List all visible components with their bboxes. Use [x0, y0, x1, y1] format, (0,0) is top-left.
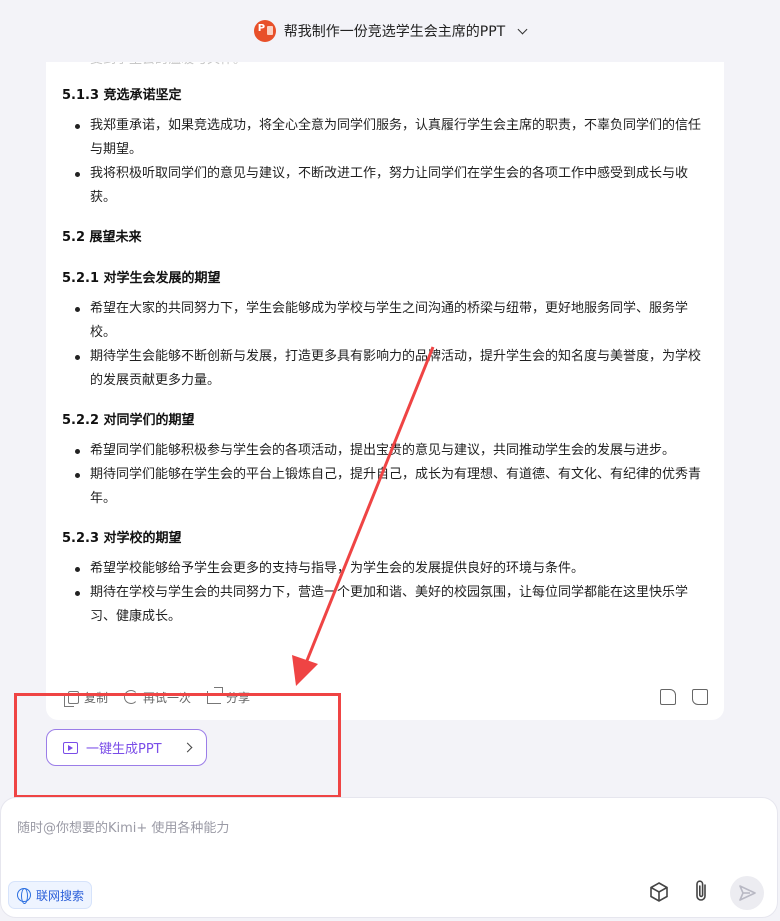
- list-item: 我郑重承诺，如果竞选成功，将全心全意为同学们服务，认真履行学生会主席的职责，不辜…: [62, 114, 712, 162]
- section-heading: 5.1.3 竞选承诺坚定: [62, 88, 182, 103]
- paperclip-icon[interactable]: [694, 880, 710, 902]
- bullet-list: 希望学校能够给予学生会更多的支持与指导，为学生会的发展提供良好的环境与条件。 期…: [62, 557, 712, 629]
- send-icon: [739, 885, 756, 901]
- globe-icon: [17, 888, 31, 904]
- feedback-group: [660, 689, 708, 705]
- list-item: 我将积极听取同学们的意见与建议，不断改进工作，努力让同学们在学生会的各项工作中感…: [62, 162, 712, 210]
- web-search-label: 联网搜索: [36, 888, 85, 903]
- conversation-title-dropdown[interactable]: 帮我制作一份竞选学生会主席的PPT: [253, 20, 528, 42]
- section-heading: 5.2.3 对学校的期望: [62, 531, 182, 546]
- thumbs-down-icon[interactable]: [692, 689, 708, 705]
- section-heading: 5.2.1 对学生会发展的期望: [62, 271, 221, 286]
- bullet-list: 希望同学们能够积极参与学生会的各项活动，提出宝贵的意见与建议，共同推动学生会的发…: [62, 439, 712, 511]
- message-content: 5.1.3 竞选承诺坚定 我郑重承诺，如果竞选成功，将全心全意为同学们服务，认真…: [62, 84, 712, 629]
- send-button[interactable]: [730, 876, 764, 910]
- list-item: 期待学生会能够不断创新与发展，打造更多具有影响力的品牌活动，提升学生会的知名度与…: [62, 345, 712, 393]
- annotation-highlight-box: [14, 693, 341, 798]
- list-item: 希望同学们能够积极参与学生会的各项活动，提出宝贵的意见与建议，共同推动学生会的发…: [62, 439, 712, 463]
- thumbs-up-icon[interactable]: [660, 689, 676, 705]
- bullet-list: 我郑重承诺，如果竞选成功，将全心全意为同学们服务，认真履行学生会主席的职责，不辜…: [62, 114, 712, 210]
- list-item: 期待在学校与学生会的共同努力下，营造一个更加和谐、美好的校园氛围，让每位同学都能…: [62, 581, 712, 629]
- powerpoint-icon: [253, 20, 276, 42]
- assistant-message-card: 受到学生会的温暖与关怀。 5.1.3 竞选承诺坚定 我郑重承诺，如果竞选成功，将…: [46, 30, 724, 720]
- conversation-title: 帮我制作一份竞选学生会主席的PPT: [283, 24, 506, 40]
- chat-input-placeholder[interactable]: 随时@你想要的Kimi+ 使用各种能力: [17, 817, 229, 836]
- section-heading: 5.2.2 对同学们的期望: [62, 413, 195, 428]
- list-item: 希望学校能够给予学生会更多的支持与指导，为学生会的发展提供良好的环境与条件。: [62, 557, 712, 581]
- conversation-header: 帮我制作一份竞选学生会主席的PPT: [0, 0, 780, 62]
- bullet-list: 希望在大家的共同努力下，学生会能够成为学校与学生之间沟通的桥梁与纽带，更好地服务…: [62, 297, 712, 393]
- list-item: 希望在大家的共同努力下，学生会能够成为学校与学生之间沟通的桥梁与纽带，更好地服务…: [62, 297, 712, 345]
- chevron-down-icon: [517, 24, 528, 34]
- list-item: 期待同学们能够在学生会的平台上锻炼自己，提升自己，成长为有理想、有道德、有文化、…: [62, 463, 712, 511]
- section-heading: 5.2 展望未来: [62, 230, 142, 245]
- cube-icon[interactable]: [649, 882, 669, 902]
- web-search-toggle[interactable]: 联网搜索: [8, 881, 92, 909]
